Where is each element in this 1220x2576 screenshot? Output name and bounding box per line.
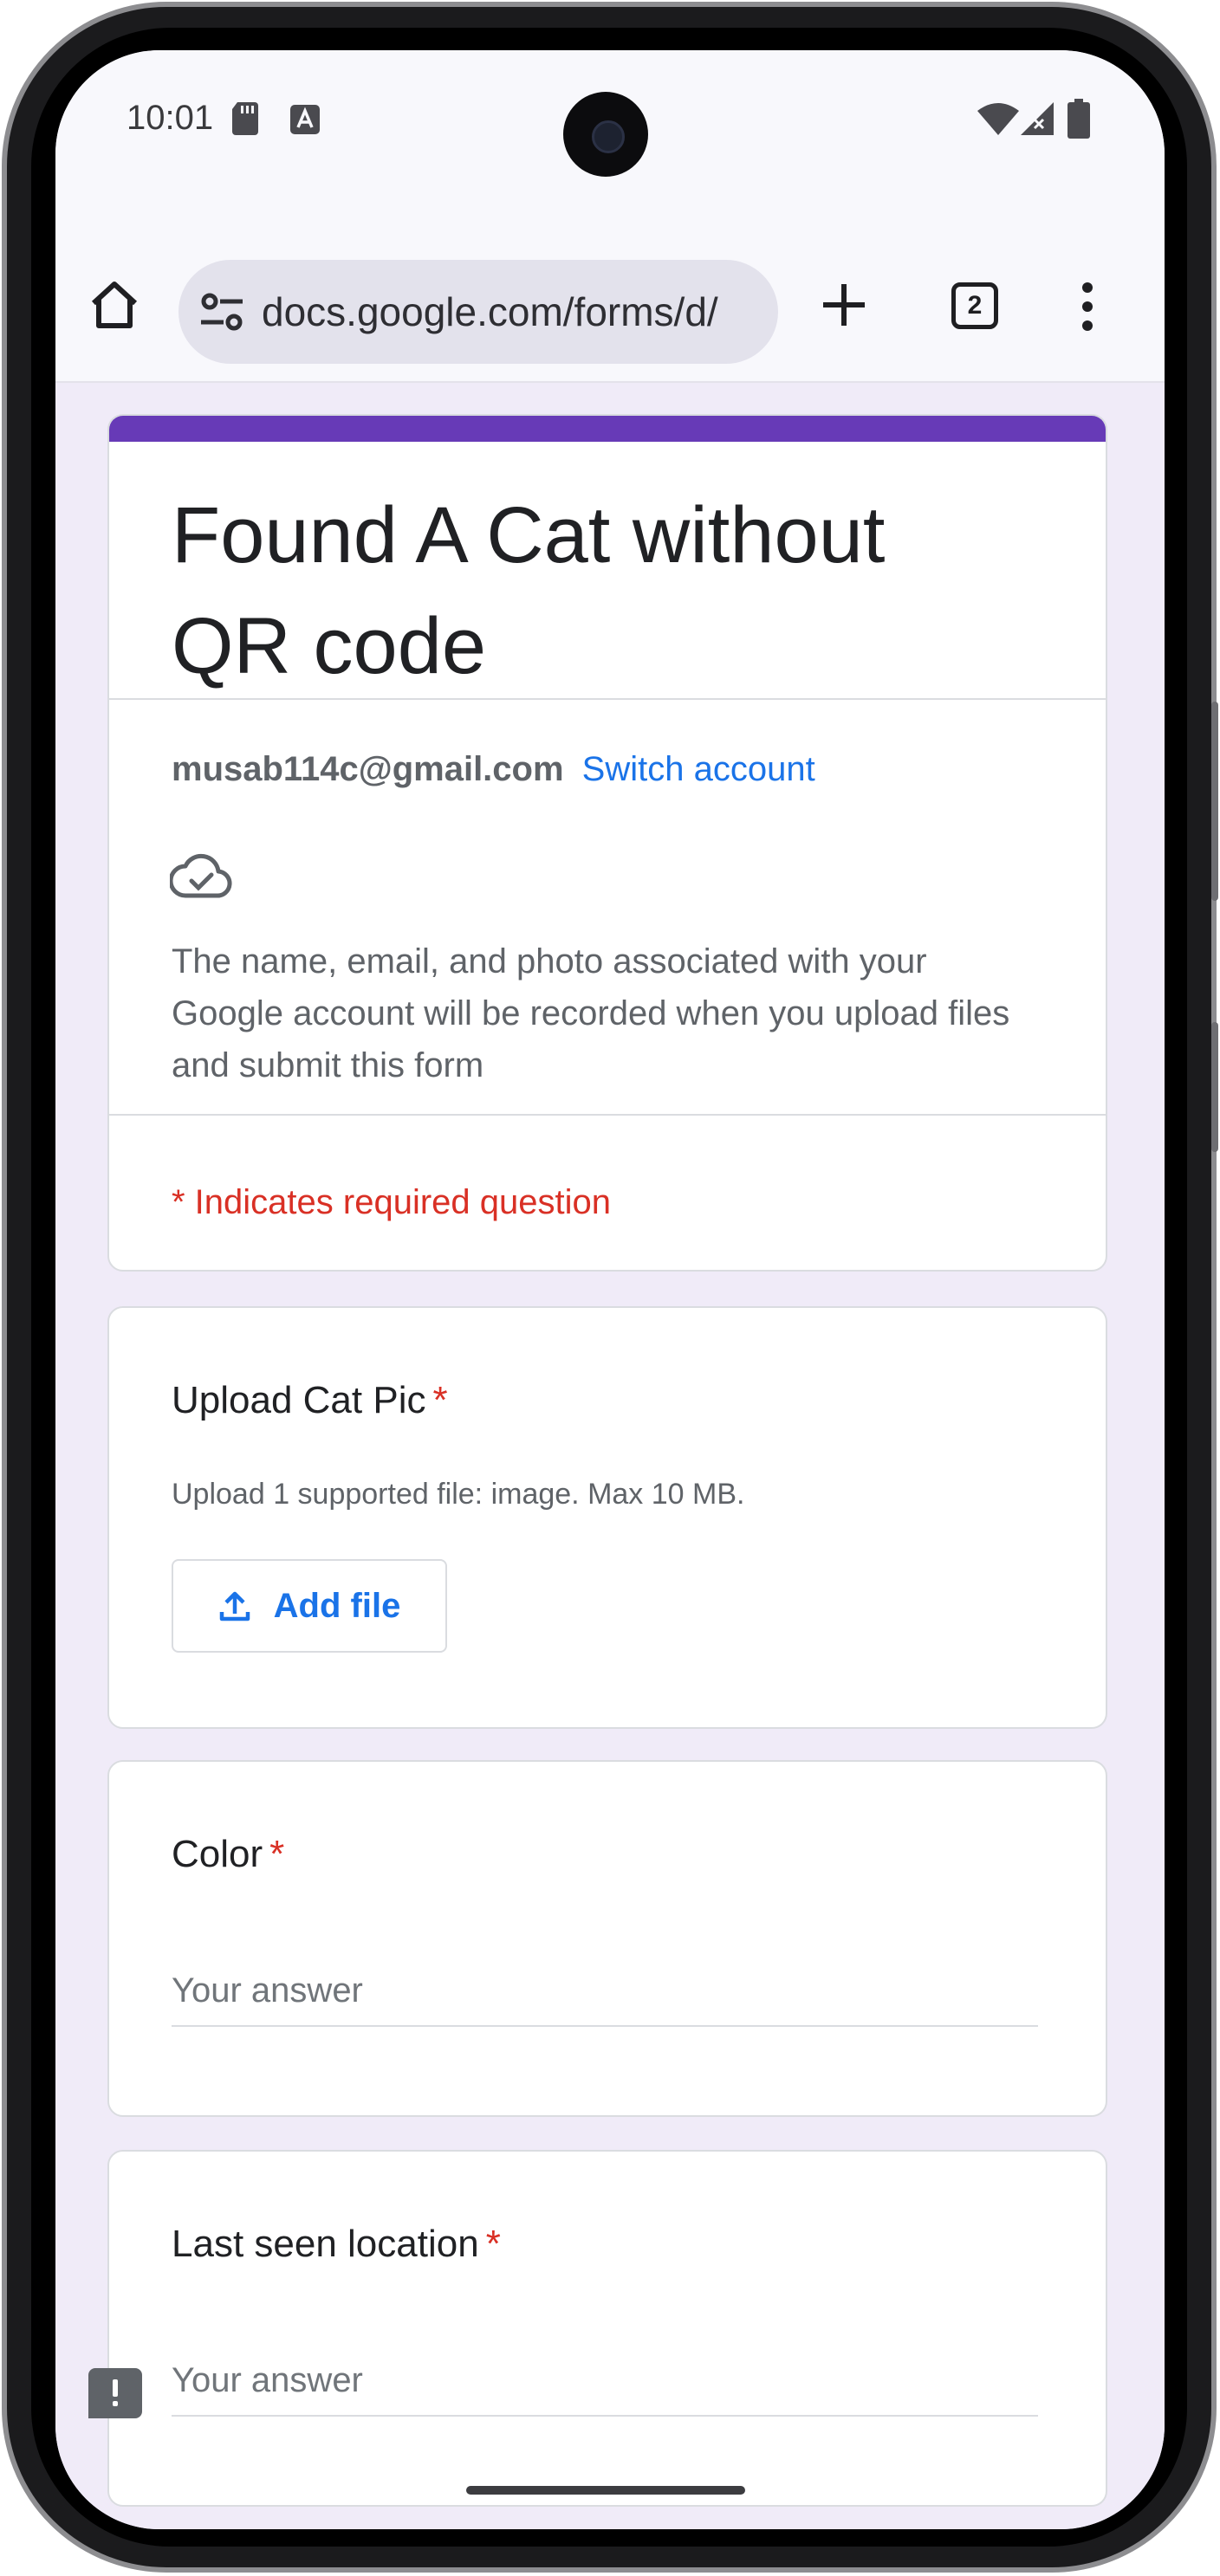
upload-description: Upload 1 supported file: image. Max 10 M… — [172, 1478, 745, 1511]
signal-icon — [1021, 102, 1054, 135]
report-feedback-button[interactable] — [88, 2368, 142, 2418]
question-label: Last seen location — [172, 2223, 479, 2265]
battery-icon — [1068, 99, 1090, 139]
feedback-icon — [113, 2379, 118, 2406]
front-camera — [563, 92, 648, 177]
required-star: * — [485, 2223, 501, 2265]
account-email: musab114c@gmail.com — [172, 750, 564, 788]
a-badge-icon — [290, 105, 320, 134]
header-accent-bar — [109, 416, 1106, 442]
wifi-icon — [977, 103, 1019, 135]
question-card-upload: Upload Cat Pic * Upload 1 supported file:… — [107, 1306, 1107, 1729]
browser-toolbar: docs.google.com/forms/d/ 2 — [55, 180, 1165, 383]
color-answer-input[interactable]: Your answer — [172, 1966, 1038, 2027]
more-options-icon[interactable] — [1074, 281, 1100, 333]
sd-card-icon — [232, 102, 258, 135]
power-button — [1211, 1022, 1218, 1152]
upload-icon — [219, 1591, 250, 1621]
cloud-done-icon — [170, 853, 232, 898]
form-content: Found A Cat without QR code musab114c@gm… — [55, 385, 1165, 2529]
url-text[interactable]: docs.google.com/forms/d/ — [262, 288, 718, 335]
location-answer-input[interactable]: Your answer — [172, 2356, 1038, 2417]
question-title: Upload Cat Pic * — [172, 1379, 448, 1422]
question-title: Last seen location * — [172, 2223, 501, 2266]
question-card-color: Color * Your answer — [107, 1760, 1107, 2117]
volume-button — [1211, 702, 1218, 901]
form-header-card: Found A Cat without QR code musab114c@gm… — [107, 414, 1107, 1272]
divider — [109, 1114, 1106, 1116]
add-file-label: Add file — [273, 1586, 401, 1625]
question-title: Color * — [172, 1833, 284, 1876]
question-card-location: Last seen location * Your answer — [107, 2150, 1107, 2507]
tab-switcher-button[interactable]: 2 — [951, 282, 998, 329]
home-icon[interactable] — [87, 277, 142, 333]
form-title: Found A Cat without QR code — [172, 491, 886, 690]
required-star: * — [432, 1379, 448, 1421]
status-time: 10:01 — [127, 99, 214, 137]
gesture-nav-bar[interactable] — [466, 2486, 745, 2495]
question-label: Color — [172, 1833, 263, 1875]
privacy-notice: The name, email, and photo associated wi… — [172, 942, 1010, 1084]
required-note: * Indicates required question — [172, 1183, 611, 1221]
add-file-button[interactable]: Add file — [172, 1559, 447, 1653]
required-star: * — [269, 1833, 285, 1875]
new-tab-icon[interactable] — [818, 279, 870, 331]
status-bar: 10:01 — [55, 50, 1165, 180]
site-settings-icon[interactable] — [198, 288, 246, 336]
question-label: Upload Cat Pic — [172, 1379, 426, 1421]
address-bar[interactable]: docs.google.com/forms/d/ — [178, 260, 778, 364]
account-line: musab114c@gmail.com Switch account — [172, 750, 815, 789]
switch-account-link[interactable]: Switch account — [582, 750, 815, 788]
divider — [109, 698, 1106, 700]
phone-screen: 10:01 docs.google.com/forms/d/ 2 Found A… — [55, 50, 1165, 2529]
